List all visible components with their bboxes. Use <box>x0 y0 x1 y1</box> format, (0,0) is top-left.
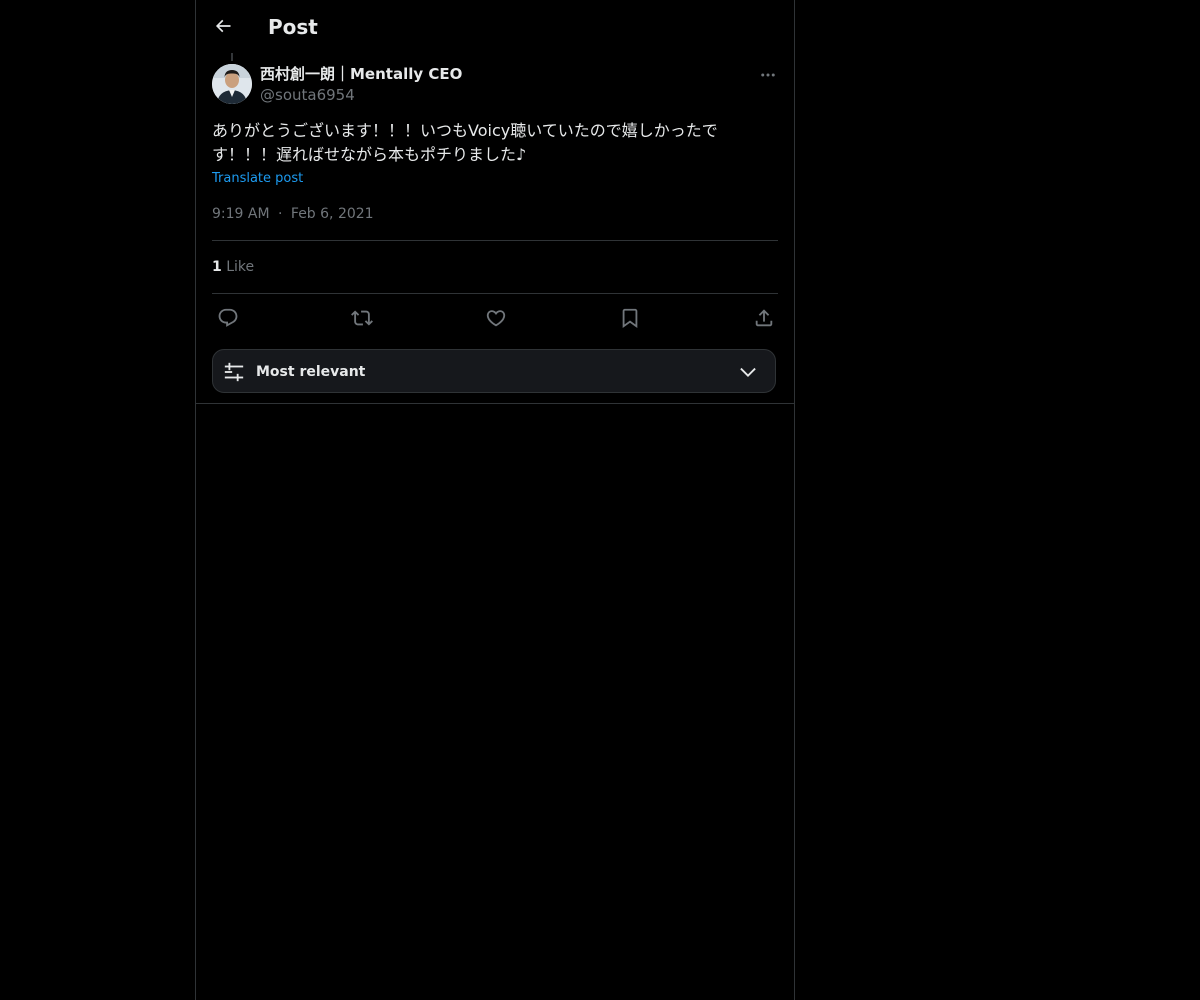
likes-label: Like <box>226 259 255 275</box>
page-header: Post <box>196 0 794 53</box>
post-timestamp: 9:19 AM · Feb 6, 2021 <box>212 204 374 224</box>
likes-count-row[interactable]: 1 Like <box>212 257 254 277</box>
translate-post-link[interactable]: Translate post <box>212 170 303 188</box>
post-detail-column: Post 西村創一朗｜Mentally CEO @souta6954 ありがとう… <box>195 0 795 1000</box>
repost-button[interactable] <box>348 304 376 332</box>
post-time[interactable]: 9:19 AM <box>212 206 270 222</box>
avatar[interactable] <box>212 64 252 104</box>
reply-sort-dropdown[interactable]: Most relevant <box>212 349 776 393</box>
share-icon <box>755 309 773 327</box>
likes-count: 1 <box>212 259 222 275</box>
post-text: ありがとうございます！！！いつもVoicy聴いていたので嬉しかったです！！！遅れ… <box>212 121 718 164</box>
like-button[interactable] <box>482 304 510 332</box>
timestamp-separator: · <box>278 206 283 222</box>
author-name[interactable]: 西村創一朗｜Mentally CEO <box>260 64 462 84</box>
repost-icon <box>351 310 373 326</box>
bookmark-icon <box>622 308 638 329</box>
more-horizontal-icon <box>761 73 775 77</box>
bookmark-button[interactable] <box>616 304 644 332</box>
sliders-icon <box>224 362 244 382</box>
share-button[interactable] <box>750 304 778 332</box>
more-options-button[interactable] <box>754 64 782 86</box>
divider <box>212 240 778 241</box>
section-divider <box>196 403 794 404</box>
page-title: Post <box>268 15 318 39</box>
back-button[interactable] <box>208 11 238 41</box>
divider <box>212 293 778 294</box>
avatar-photo <box>212 64 252 104</box>
post-date[interactable]: Feb 6, 2021 <box>291 206 374 222</box>
chevron-down-icon <box>740 367 756 377</box>
reply-icon <box>218 308 238 327</box>
author-handle[interactable]: @souta6954 <box>260 85 355 105</box>
heart-icon <box>486 310 506 327</box>
thread-connector-line <box>231 53 233 61</box>
sort-label: Most relevant <box>256 364 366 380</box>
reply-button[interactable] <box>214 304 242 332</box>
arrow-left-icon <box>215 19 231 33</box>
